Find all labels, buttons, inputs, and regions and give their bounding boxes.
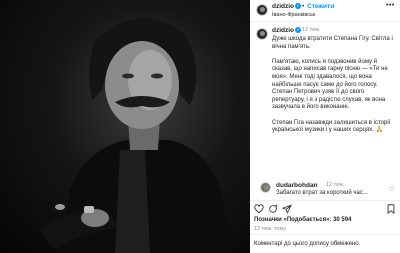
action-bar: Позначки «Подобається»: 30 594 12 тиж. т… <box>250 200 400 253</box>
post-details-panel: dzidzio ✓ • Стежити ••• Івано-Франківськ … <box>250 0 400 253</box>
location-link[interactable]: Івано-Франківськ <box>272 12 315 18</box>
comments-restricted-notice: Коментарі до цього допису обмежено. <box>254 241 361 247</box>
bookmark-icon[interactable] <box>386 204 396 214</box>
caption-avatar[interactable] <box>256 28 268 40</box>
caption-paragraph: Дуже шкода втратити Степана Гігу. Світла… <box>272 36 393 50</box>
share-icon[interactable] <box>282 204 292 214</box>
commenter-avatar[interactable] <box>260 182 271 193</box>
comment-like-icon[interactable]: ♡ <box>389 186 394 193</box>
caption-paragraph: Пам'ятаю, колись я подзвонив йому й сказ… <box>272 58 388 111</box>
caption-paragraph: Степан Гіга назавжди залишиться в історі… <box>272 119 391 134</box>
more-icon[interactable]: ••• <box>386 2 395 9</box>
commenter-username[interactable]: dudarbohdan <box>276 182 318 189</box>
author-username[interactable]: dzidzio ✓ <box>272 3 302 10</box>
comment-item: dudarbohdan 12 тиж. Забагато втрат за ко… <box>250 180 400 200</box>
post-photo[interactable] <box>0 0 250 253</box>
caption-time: 12 тиж. <box>302 27 321 33</box>
caption: dzidzio ✓ 12 тиж. Дуже шкода втратити Сте… <box>250 22 400 174</box>
likes-count[interactable]: Позначки «Подобається»: 30 594 <box>254 217 351 223</box>
comment-time: 12 тиж. <box>326 182 345 188</box>
heart-icon[interactable] <box>254 204 264 214</box>
caption-username[interactable]: dzidzio ✓ <box>272 27 302 34</box>
follow-button[interactable]: Стежити <box>307 3 334 10</box>
comment-icon[interactable] <box>268 204 278 214</box>
separator-dot: • <box>302 3 305 10</box>
comment-text: Забагато втрат за короткий час... <box>276 190 368 196</box>
avatar[interactable] <box>256 4 268 16</box>
post-header: dzidzio ✓ • Стежити ••• Івано-Франківськ <box>250 0 400 22</box>
post-date: 12 тиж. тому <box>254 226 287 232</box>
comment-box: Коментарі до цього допису обмежено. <box>250 234 400 253</box>
verified-icon: ✓ <box>295 3 302 10</box>
verified-icon: ✓ <box>295 27 302 34</box>
caption-text: Дуже шкода втратити Степана Гігу. Світла… <box>272 36 398 142</box>
